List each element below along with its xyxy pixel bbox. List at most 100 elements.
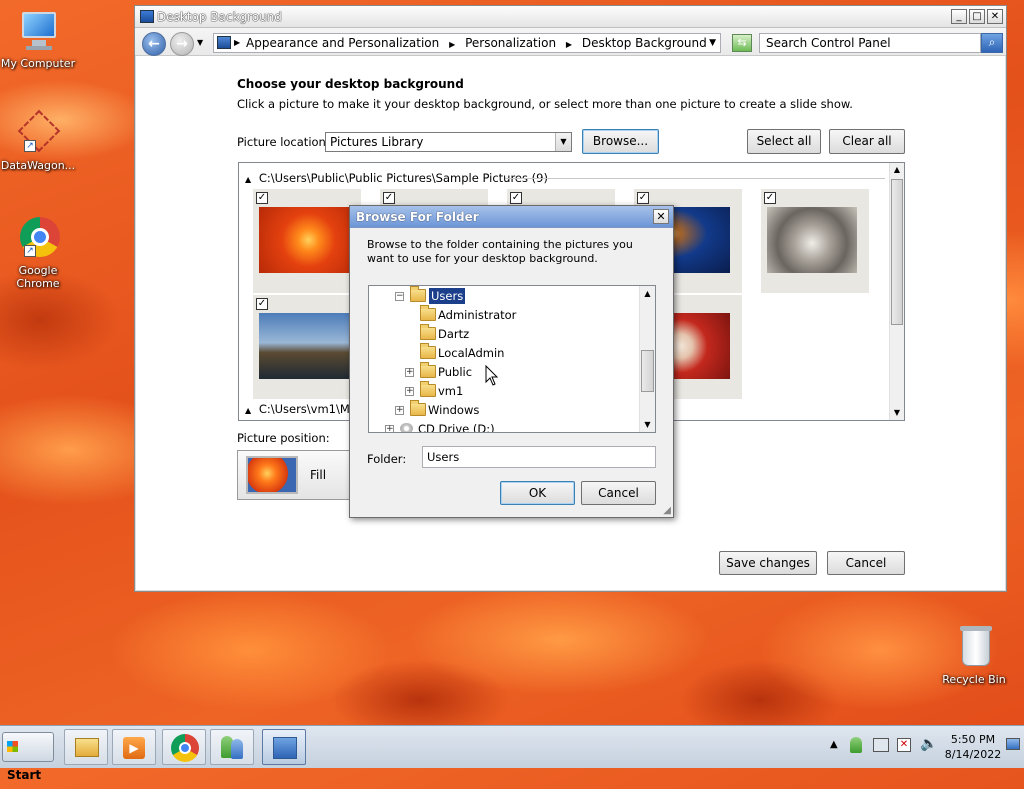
picture-checkbox[interactable]: ✓ bbox=[637, 192, 649, 204]
picture-checkbox[interactable]: ✓ bbox=[256, 298, 268, 310]
network-icon[interactable] bbox=[873, 738, 889, 752]
volume-icon[interactable]: 🔈 bbox=[920, 736, 937, 752]
network-user-icon[interactable] bbox=[850, 737, 862, 753]
clear-all-button[interactable]: Clear all bbox=[829, 129, 905, 154]
minimize-button[interactable]: _ bbox=[951, 9, 967, 24]
picture-tile[interactable]: ✓ bbox=[253, 295, 361, 399]
window-title: Desktop Background bbox=[157, 10, 282, 24]
picture-location-value: Pictures Library bbox=[330, 135, 424, 149]
expand-icon[interactable]: + bbox=[405, 387, 414, 396]
search-icon[interactable]: ⌕ bbox=[981, 33, 1003, 53]
tree-item-label: Public bbox=[438, 365, 473, 379]
expand-icon[interactable]: + bbox=[395, 406, 404, 415]
expand-icon[interactable]: + bbox=[405, 368, 414, 377]
picture-tile[interactable]: ✓ bbox=[761, 189, 869, 293]
picture-checkbox[interactable]: ✓ bbox=[256, 192, 268, 204]
picture-location-select[interactable]: Pictures Library ▼ bbox=[325, 132, 572, 152]
taskbar-media-player[interactable]: ▶ bbox=[112, 729, 156, 765]
picture-checkbox[interactable]: ✓ bbox=[764, 192, 776, 204]
expand-icon[interactable]: + bbox=[385, 425, 394, 432]
show-hidden-icons-icon[interactable]: ▲ bbox=[830, 739, 838, 750]
browse-button[interactable]: Browse... bbox=[582, 129, 659, 154]
dialog-close-button[interactable]: ✕ bbox=[653, 209, 669, 224]
media-player-icon: ▶ bbox=[123, 737, 145, 759]
desktop-icon-recycle-bin[interactable]: Recycle Bin bbox=[934, 626, 1014, 686]
desktop-icon-my-computer[interactable]: My Computer bbox=[0, 10, 78, 70]
folder-icon bbox=[420, 324, 436, 340]
folder-input[interactable]: Users bbox=[422, 446, 656, 468]
mouse-cursor-icon bbox=[485, 365, 499, 386]
clock-date: 8/14/2022 bbox=[944, 748, 1002, 761]
collapse-icon[interactable]: − bbox=[395, 292, 404, 301]
collapse-icon[interactable]: ▲ bbox=[245, 175, 251, 184]
taskbar-users[interactable] bbox=[210, 729, 254, 765]
breadcrumb-item[interactable]: Appearance and Personalization bbox=[246, 36, 439, 50]
taskbar-control-panel[interactable] bbox=[262, 729, 306, 765]
cd-drive-icon bbox=[400, 423, 413, 432]
tree-item-label: Administrator bbox=[438, 308, 517, 322]
tree-item-label: Users bbox=[429, 288, 466, 304]
picture-position-select[interactable]: Fill bbox=[237, 450, 357, 500]
folder-icon bbox=[420, 305, 436, 321]
save-changes-button[interactable]: Save changes bbox=[719, 551, 817, 575]
tree-item-label: vm1 bbox=[438, 384, 464, 398]
desktop-icon-label: Recycle Bin bbox=[942, 673, 1006, 686]
recent-pages-icon[interactable]: ▼ bbox=[197, 38, 203, 47]
forward-icon[interactable]: → bbox=[170, 32, 194, 56]
chrome-icon: ↗ bbox=[16, 217, 60, 261]
desktop-icon-label: Google Chrome bbox=[16, 264, 60, 290]
control-panel-icon bbox=[273, 737, 297, 759]
desktop-icon-label: My Computer bbox=[0, 57, 76, 70]
picture-position-value: Fill bbox=[310, 468, 327, 482]
maximize-button[interactable]: □ bbox=[969, 9, 985, 24]
breadcrumb-item[interactable]: Personalization bbox=[465, 36, 556, 50]
tree-item-label: LocalAdmin bbox=[438, 346, 505, 360]
breadcrumb-item[interactable]: Desktop Background bbox=[582, 36, 707, 50]
dialog-titlebar[interactable]: Browse For Folder ✕ bbox=[350, 206, 673, 228]
window-titlebar[interactable]: Desktop Background _ □ ✕ bbox=[135, 6, 1006, 28]
taskbar-explorer[interactable] bbox=[64, 729, 108, 765]
address-dropdown-icon[interactable]: ▼ bbox=[709, 34, 716, 52]
page-title: Choose your desktop background bbox=[237, 77, 464, 91]
refresh-button[interactable]: ⇆ bbox=[732, 34, 752, 52]
taskbar-chrome[interactable] bbox=[162, 729, 206, 765]
scrollbar-thumb[interactable] bbox=[891, 179, 903, 325]
page-subtitle: Click a picture to make it your desktop … bbox=[237, 97, 853, 111]
back-icon[interactable]: ← bbox=[142, 32, 166, 56]
window-app-icon bbox=[140, 10, 154, 23]
clock[interactable]: 5:50 PM 8/14/2022 bbox=[942, 732, 1004, 762]
folder-icon bbox=[420, 343, 436, 359]
picture-tile[interactable]: ✓ bbox=[253, 189, 361, 293]
folder-tree-scrollbar[interactable]: ▲ ▼ bbox=[639, 286, 655, 432]
folder-tree[interactable]: − Users Administrator Dartz LocalAdmin +… bbox=[368, 285, 656, 433]
folder-label: Folder: bbox=[367, 452, 407, 466]
breadcrumb[interactable]: ▶ Appearance and Personalization ▶ Perso… bbox=[213, 33, 721, 53]
tree-item-label: Dartz bbox=[438, 327, 470, 341]
action-center-icon[interactable]: ✕ bbox=[897, 738, 911, 752]
computer-icon bbox=[16, 10, 60, 54]
group-header[interactable]: ▲ C:\Users\Public\Public Pictures\Sample… bbox=[245, 171, 885, 185]
folder-icon bbox=[420, 362, 436, 378]
show-desktop-button[interactable] bbox=[1006, 738, 1020, 750]
picture-location-label: Picture location: bbox=[237, 135, 330, 149]
collapse-icon[interactable]: ▲ bbox=[245, 406, 251, 415]
clock-time: 5:50 PM bbox=[950, 733, 996, 746]
search-input[interactable]: Search Control Panel bbox=[759, 33, 981, 53]
address-bar: ← → ▼ ▶ Appearance and Personalization ▶… bbox=[135, 28, 1006, 56]
cancel-button[interactable]: Cancel bbox=[827, 551, 905, 575]
desktop-icon-google-chrome[interactable]: ↗ Google Chrome bbox=[0, 217, 78, 290]
picture-checkbox[interactable]: ✓ bbox=[510, 192, 522, 204]
datawagon-icon: ↗ bbox=[16, 109, 61, 156]
chevron-down-icon[interactable]: ▼ bbox=[555, 133, 571, 151]
scrollbar-thumb[interactable] bbox=[641, 350, 654, 392]
resize-grip-icon[interactable]: ◢ bbox=[663, 505, 671, 516]
desktop-icon-datawagon[interactable]: ↗ DataWagon... bbox=[0, 109, 78, 172]
taskbar: Start ▶ ▲ ✕ 🔈 5:50 PM 8/14/2022 bbox=[0, 725, 1024, 782]
ok-button[interactable]: OK bbox=[500, 481, 575, 505]
picture-list-scrollbar[interactable]: ▲ ▼ bbox=[889, 163, 904, 420]
close-button[interactable]: ✕ bbox=[987, 9, 1003, 24]
dialog-cancel-button[interactable]: Cancel bbox=[581, 481, 656, 505]
picture-checkbox[interactable]: ✓ bbox=[383, 192, 395, 204]
select-all-button[interactable]: Select all bbox=[747, 129, 821, 154]
start-button[interactable]: Start bbox=[2, 732, 54, 782]
